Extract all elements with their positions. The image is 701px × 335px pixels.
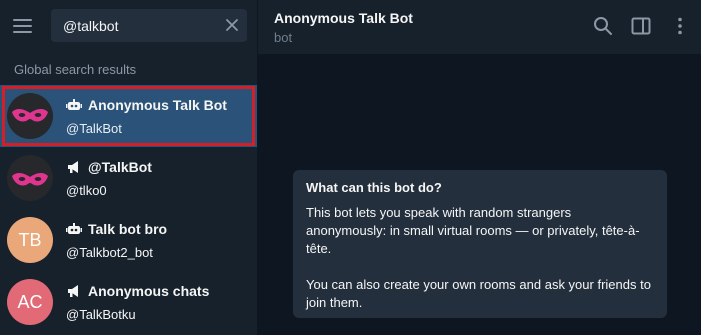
bot-icon [66, 223, 82, 234]
avatar: AC [7, 279, 53, 325]
search-result-anonymous-talk-bot[interactable]: Anonymous Talk Bot @TalkBot [0, 85, 257, 147]
chat-header: Anonymous Talk Bot bot [258, 0, 701, 54]
result-name: Anonymous chats [88, 283, 210, 299]
chat-area: What can this bot do? This bot lets you … [258, 54, 701, 335]
bot-info-heading: What can this bot do? [306, 180, 442, 195]
bot-info-card: What can this bot do? This bot lets you … [293, 170, 667, 318]
avatar [7, 93, 53, 139]
search-result-anonymous-chats[interactable]: AC Anonymous chats @TalkBotku [0, 271, 257, 333]
search-icon[interactable] [592, 15, 614, 37]
avatar [7, 155, 53, 201]
search-box [51, 9, 247, 42]
mask-icon [12, 173, 48, 186]
close-icon[interactable] [223, 16, 241, 34]
search-result-talk-bot-bro[interactable]: TB Talk bot bro @Talkbot2_bot [0, 209, 257, 271]
bot-icon [66, 99, 82, 110]
hamburger-icon [13, 19, 32, 21]
avatar: TB [7, 217, 53, 263]
result-username: @TalkBot [66, 121, 122, 136]
result-name: Anonymous Talk Bot [88, 97, 227, 113]
megaphone-icon [68, 285, 78, 297]
bot-info-paragraph: You can also create your own rooms and a… [306, 277, 651, 310]
megaphone-icon [68, 161, 78, 173]
mask-icon [12, 109, 48, 122]
bot-info-paragraph: This bot lets you speak with random stra… [306, 205, 640, 256]
result-name: @TalkBot [88, 159, 152, 175]
chat-title[interactable]: Anonymous Talk Bot [274, 10, 413, 26]
left-panel: Global search results Anonymous Talk Bot… [0, 0, 257, 335]
left-topbar [0, 0, 257, 54]
result-name: Talk bot bro [88, 221, 168, 237]
search-input[interactable] [51, 9, 221, 42]
search-result-talkbot[interactable]: @TalkBot @tlko0 [0, 147, 257, 209]
more-options-icon[interactable] [669, 15, 691, 37]
section-label-global-results: Global search results [14, 62, 137, 77]
chat-status: bot [274, 30, 293, 45]
sidebar-toggle-icon[interactable] [630, 15, 652, 37]
result-username: @tlko0 [66, 183, 107, 198]
result-username: @TalkBotku [66, 307, 136, 322]
result-username: @Talkbot2_bot [66, 245, 153, 260]
menu-button[interactable] [13, 17, 34, 35]
